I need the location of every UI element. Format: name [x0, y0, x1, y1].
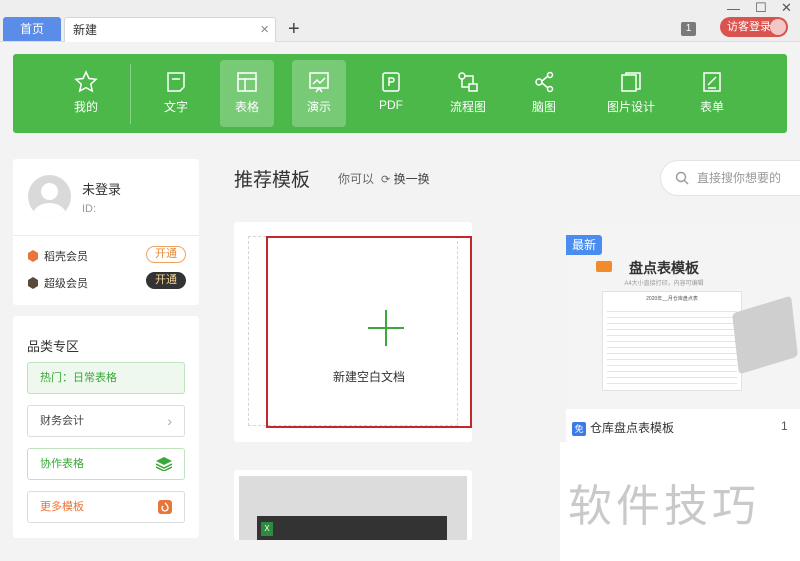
category-label: 更多模板: [40, 501, 84, 513]
tool-flowchart[interactable]: 流程图: [441, 60, 495, 127]
category-card: 品类专区 热门：日常表格 财务会计 › 协作表格 更多模板: [13, 316, 199, 538]
template-name: 免仓库盘点表模板: [572, 419, 674, 436]
visitor-login-button[interactable]: 访客登录: [720, 17, 788, 37]
tab-close-icon[interactable]: ×: [260, 18, 269, 42]
template-preview-dark: [257, 516, 447, 540]
tool-label: 图片设计: [606, 100, 655, 114]
tool-label: 表格: [234, 100, 259, 114]
minimize-icon[interactable]: —: [727, 2, 740, 16]
star-icon: [74, 70, 98, 93]
super-member-icon: [28, 277, 38, 289]
template-name-label: 仓库盘点表模板: [590, 421, 675, 435]
template-heading: 盘点表模板: [629, 260, 699, 276]
membership-super: 超级会员: [27, 275, 88, 291]
search-icon: [675, 171, 689, 185]
presentation-icon: [309, 72, 329, 93]
recommended-title: 推荐模板: [234, 170, 311, 191]
docer-logo-icon: [158, 500, 172, 514]
avatar-icon: [770, 19, 786, 35]
text-doc-icon: [167, 72, 185, 92]
template-count: 1: [781, 419, 788, 433]
watermark-text: 软件技巧: [568, 481, 760, 532]
table-icon: [237, 72, 257, 92]
divider: [13, 235, 199, 236]
membership-name: 稻壳会员: [44, 251, 88, 263]
avatar-body: [33, 203, 66, 218]
search-placeholder: 直接搜你想要的: [697, 171, 782, 185]
tool-mindmap[interactable]: 脑图: [517, 60, 571, 127]
search-input[interactable]: 直接搜你想要的: [660, 160, 800, 196]
blank-document-card[interactable]: 新建空白文档: [234, 222, 472, 442]
category-finance[interactable]: 财务会计 ›: [27, 405, 185, 437]
category-title: 品类专区: [27, 339, 80, 354]
tab-bar: 首页 新建 × + — ☐ ✕ 1 访客登录: [0, 0, 800, 42]
tab-home[interactable]: 首页: [3, 17, 61, 41]
category-label: 财务会计: [40, 415, 84, 427]
tool-image-design[interactable]: 图片设计: [601, 60, 661, 127]
layers-icon: [156, 457, 172, 471]
close-window-icon[interactable]: ✕: [781, 1, 792, 15]
image-design-icon: [621, 72, 641, 92]
template-card-partial[interactable]: X: [234, 470, 472, 540]
tool-label: PDF: [379, 98, 403, 112]
sheet-grid: [607, 306, 737, 386]
chevron-right-icon: ›: [167, 413, 172, 429]
tool-presentation[interactable]: 演示: [292, 60, 346, 127]
excel-icon: X: [261, 522, 273, 536]
tool-pdf[interactable]: PDF: [364, 60, 418, 127]
visitor-login-label: 访客登录: [727, 21, 771, 33]
spreadsheet-preview: 2020年__月仓库盘点表: [602, 291, 742, 391]
flowchart-icon: [458, 72, 478, 92]
category-hot-daily[interactable]: 热门：日常表格: [27, 362, 185, 394]
template-card[interactable]: 最新 盘点表模板 A4大小直接打印，内容可编辑 2020年__月仓库盘点表 免仓…: [566, 223, 800, 442]
template-subheading: A4大小直接打印，内容可编辑: [624, 281, 704, 287]
mindmap-icon: [535, 71, 554, 93]
blank-document-label: 新建空白文档: [332, 370, 405, 384]
pdf-icon: [382, 72, 400, 92]
new-badge: 最新: [566, 235, 602, 255]
tool-table[interactable]: 表格: [220, 60, 274, 127]
tool-form[interactable]: 表单: [685, 60, 739, 127]
sheet-title: 2020年__月仓库盘点表: [646, 296, 698, 302]
open-docer-button[interactable]: 开通: [146, 246, 186, 263]
tool-label: 演示: [306, 100, 331, 114]
membership-name: 超级会员: [44, 278, 88, 290]
tool-mine[interactable]: 我的: [59, 60, 113, 127]
maximize-icon[interactable]: ☐: [755, 1, 767, 15]
template-thumbnail: 最新 盘点表模板 A4大小直接打印，内容可编辑 2020年__月仓库盘点表: [566, 223, 800, 409]
user-card: 未登录 ID: 稻壳会员 开通 超级会员 开通: [13, 159, 199, 305]
toolbar-divider: [130, 64, 131, 124]
docer-member-icon: [28, 250, 38, 262]
tool-text[interactable]: 文字: [149, 60, 203, 127]
avatar-head: [41, 183, 58, 200]
tool-label: 表单: [699, 100, 724, 114]
category-more-templates[interactable]: 更多模板: [27, 491, 185, 523]
form-icon: [703, 72, 721, 92]
tab-new[interactable]: 新建 ×: [64, 17, 276, 42]
tab-new-label: 新建: [73, 23, 98, 37]
user-avatar[interactable]: [28, 175, 71, 218]
add-tab-icon[interactable]: +: [288, 17, 300, 41]
user-id-label: ID:: [82, 203, 97, 215]
tool-label: 脑图: [531, 100, 556, 114]
category-collab-table[interactable]: 协作表格: [27, 448, 185, 480]
plus-icon: [368, 310, 404, 346]
refresh-label: 换一换: [393, 172, 430, 186]
highlight-box: 新建空白文档: [266, 236, 472, 428]
open-super-button[interactable]: 开通: [146, 272, 186, 289]
app-toolbar: 我的 文字 表格 演示 PDF 流程图 脑图 图片设计 表单: [13, 54, 787, 133]
category-label: 协作表格: [40, 458, 84, 470]
membership-docer: 稻壳会员: [27, 248, 88, 264]
free-icon: 免: [572, 422, 586, 436]
tool-label: 文字: [163, 100, 188, 114]
recommend-hint: 你可以: [338, 172, 375, 186]
tool-label: 流程图: [449, 100, 486, 114]
refresh-icon: ⟳: [381, 174, 391, 186]
notification-badge[interactable]: 1: [681, 22, 696, 36]
tool-label: 我的: [73, 100, 98, 114]
login-status[interactable]: 未登录: [82, 179, 121, 198]
refresh-button[interactable]: ⟳ 换一换: [381, 170, 430, 187]
